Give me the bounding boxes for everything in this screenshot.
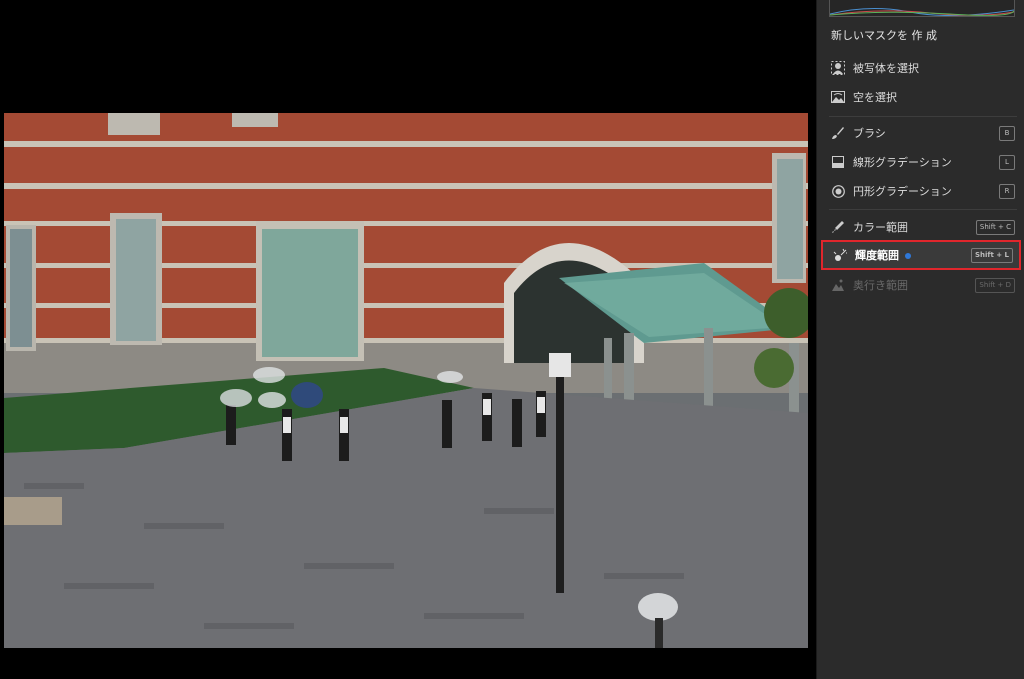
mask-panel: 新しいマスクを 作 成 被写体を選択 空を選択 ブラシ B 線形グラデーション … xyxy=(816,0,1024,679)
linear-gradient-icon xyxy=(829,153,847,171)
brush-shortcut: B xyxy=(999,125,1015,141)
linear-gradient-item[interactable]: 線形グラデーション L xyxy=(821,149,1021,175)
linear-gradient-shortcut: L xyxy=(999,154,1015,170)
linear-gradient-label: 線形グラデーション xyxy=(853,156,952,169)
luminance-range-label-wrap: 輝度範囲 xyxy=(855,247,971,263)
sky-select-icon xyxy=(829,88,847,106)
luminance-range-icon xyxy=(831,246,849,264)
luminance-range-label: 輝度範囲 xyxy=(855,249,899,262)
brush-icon xyxy=(829,124,847,142)
color-range-shortcut: Shift + C xyxy=(975,219,1015,235)
depth-range-icon xyxy=(829,276,847,294)
color-range-icon xyxy=(829,218,847,236)
brush-item[interactable]: ブラシ B xyxy=(821,120,1021,146)
photo-image xyxy=(4,113,808,648)
separator xyxy=(829,116,1017,117)
photo-canvas[interactable] xyxy=(4,113,808,648)
radial-gradient-item[interactable]: 円形グラデーション R xyxy=(821,178,1021,204)
luminance-range-shortcut: Shift + L xyxy=(970,247,1013,263)
select-subject-item[interactable]: 被写体を選択 xyxy=(821,55,1021,81)
person-select-icon xyxy=(829,59,847,77)
active-indicator-dot xyxy=(905,253,911,259)
separator xyxy=(829,209,1017,210)
color-range-label: カラー範囲 xyxy=(853,221,908,234)
radial-gradient-shortcut: R xyxy=(999,183,1015,199)
select-subject-label: 被写体を選択 xyxy=(853,62,919,75)
color-range-item[interactable]: カラー範囲 Shift + C xyxy=(821,214,1021,240)
panel-title: 新しいマスクを 作 成 xyxy=(831,29,937,42)
depth-range-item: 奥行き範囲 Shift + D xyxy=(821,272,1021,298)
luminance-range-item[interactable]: 輝度範囲 Shift + L xyxy=(821,240,1021,270)
radial-gradient-label: 円形グラデーション xyxy=(853,185,952,198)
radial-gradient-icon xyxy=(829,182,847,200)
histogram xyxy=(829,0,1015,17)
brush-label: ブラシ xyxy=(853,127,886,140)
depth-range-label: 奥行き範囲 xyxy=(853,279,908,292)
depth-range-shortcut: Shift + D xyxy=(975,277,1015,293)
select-sky-label: 空を選択 xyxy=(853,91,897,104)
select-sky-item[interactable]: 空を選択 xyxy=(821,84,1021,110)
